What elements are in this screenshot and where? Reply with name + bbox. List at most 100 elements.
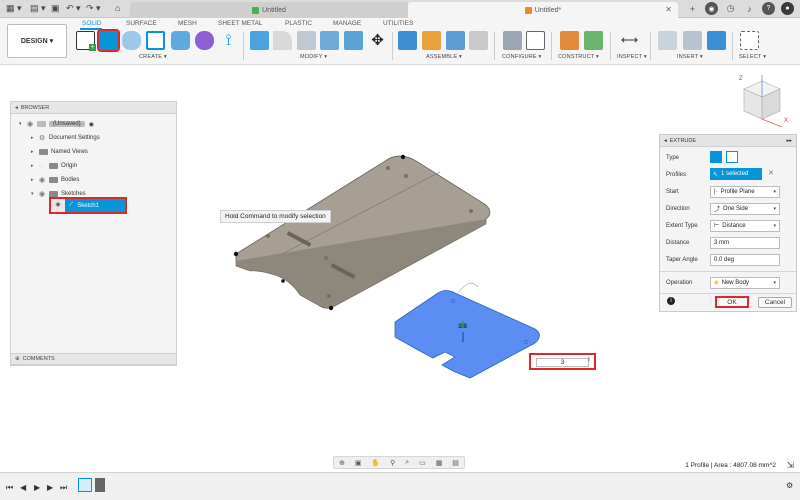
tab-untitled[interactable]: Untitled [130, 2, 408, 18]
chevron-down-icon[interactable]: ▾ [76, 3, 81, 14]
chevron-right-icon[interactable]: ▸ [31, 177, 39, 183]
vertex-point[interactable] [233, 251, 239, 257]
go-to-end-icon[interactable]: ⏭ [60, 483, 67, 493]
construct-menu[interactable]: CONSTRUCT ▾ [558, 54, 599, 60]
chamfer-icon[interactable] [297, 31, 316, 50]
tab-solid[interactable]: SOLID [82, 20, 102, 27]
eye-icon[interactable]: ◌ [39, 163, 49, 170]
eye-icon[interactable]: ◉ [51, 199, 65, 212]
press-pull-icon[interactable] [250, 31, 269, 50]
clear-selection-icon[interactable]: ✕ [768, 169, 774, 177]
as-built-joint-icon[interactable] [446, 31, 465, 50]
add-tab-icon[interactable]: + [686, 2, 699, 15]
operation-select[interactable]: ◈ New Body ▾ [710, 276, 780, 289]
grid-icon[interactable]: ▦ [436, 459, 443, 467]
stepper-icon[interactable]: ⇕ [587, 357, 591, 363]
viewcube[interactable] [740, 75, 784, 127]
table-icon[interactable] [526, 31, 545, 50]
bell-icon[interactable]: ♪ [743, 2, 756, 15]
tree-item-named-views[interactable]: ▸ Named Views [31, 146, 88, 158]
gear-icon[interactable]: ⚙ [786, 481, 793, 490]
vertex-point[interactable] [328, 305, 334, 311]
box-icon[interactable] [146, 31, 165, 50]
select-menu[interactable]: SELECT ▾ [739, 54, 766, 60]
app-grid-icon[interactable]: ▦ [6, 3, 15, 14]
sketch-profile[interactable] [394, 290, 540, 379]
eye-icon[interactable]: ◉ [39, 176, 49, 184]
assemble-menu[interactable]: ASSEMBLE ▾ [426, 54, 462, 60]
pan-icon[interactable]: ✋ [371, 459, 380, 467]
tab-mesh[interactable]: MESH [178, 20, 197, 27]
play-icon[interactable]: ▶ [34, 483, 40, 492]
tab-utilities[interactable]: UTILITIES [383, 20, 413, 27]
chevron-right-icon[interactable]: ▸ [31, 149, 39, 155]
combine-icon[interactable] [344, 31, 363, 50]
tab-untitled-active[interactable]: Untitled* ✕ [408, 2, 678, 18]
orbit-icon[interactable]: ⊕ [339, 459, 345, 467]
go-to-start-icon[interactable]: ⏮ [6, 483, 13, 493]
eye-icon[interactable]: ◉ [39, 190, 49, 198]
chevron-down-icon[interactable]: ▾ [19, 121, 27, 127]
configure-icon[interactable] [503, 31, 522, 50]
profiles-selection[interactable]: ↖ 1 selected [710, 168, 762, 180]
chevron-down-icon[interactable]: ▾ [41, 3, 46, 14]
type-thin-icon[interactable] [726, 151, 738, 163]
zoom-icon[interactable]: ⚲ [390, 459, 395, 467]
tab-surface[interactable]: SURFACE [126, 20, 157, 27]
configure-menu[interactable]: CONFIGURE ▾ [502, 54, 542, 60]
extent-select[interactable]: ⊢ Distance ▾ [710, 219, 780, 232]
new-component-icon[interactable] [398, 31, 417, 50]
vertex-point[interactable] [400, 154, 406, 160]
cancel-button[interactable]: Cancel [758, 297, 792, 308]
select-icon[interactable] [740, 31, 759, 50]
redo-icon[interactable]: ↷ [86, 3, 94, 14]
tab-manage[interactable]: MANAGE [333, 20, 361, 27]
offset-plane-icon[interactable] [560, 31, 579, 50]
distance-field[interactable]: 3 mm [710, 236, 780, 249]
tree-item-sketch1[interactable]: ◉ ⟋ Sketch1 [49, 197, 127, 214]
ok-button[interactable]: OK [715, 296, 749, 308]
step-back-icon[interactable]: ◀ [20, 483, 26, 492]
comments-panel[interactable]: ⊕ COMMENTS [10, 353, 177, 365]
distance-input-box[interactable]: 3 ⇕ [529, 353, 596, 370]
timeline-sketch-feature[interactable] [78, 478, 92, 492]
timeline-marker[interactable] [95, 478, 105, 492]
vertex-point[interactable] [281, 279, 285, 283]
expand-icon[interactable]: ▸▸ [786, 138, 792, 144]
modify-menu[interactable]: MODIFY ▾ [300, 54, 327, 60]
clock-icon[interactable]: ◷ [724, 2, 737, 15]
viewports-icon[interactable]: ▤ [452, 459, 459, 467]
info-icon[interactable]: i [667, 297, 675, 305]
help-icon[interactable]: ? [762, 2, 775, 15]
close-icon[interactable]: ✕ [665, 5, 672, 14]
file-menu-icon[interactable]: ▤ [30, 3, 39, 14]
type-solid-icon[interactable] [710, 151, 722, 163]
chevron-down-icon[interactable]: ▾ [31, 191, 39, 197]
form-icon[interactable] [195, 31, 214, 50]
look-at-icon[interactable]: ▣ [355, 459, 362, 467]
radio-icon[interactable]: ◉ [89, 121, 94, 128]
undo-icon[interactable]: ↶ [66, 3, 74, 14]
step-forward-icon[interactable]: ▶ [47, 483, 53, 492]
create-sketch-icon[interactable]: + [76, 31, 96, 51]
save-icon[interactable]: ▣ [51, 3, 60, 14]
taper-angle-field[interactable]: 0.0 deg [710, 253, 780, 266]
insert-image-icon[interactable] [707, 31, 726, 50]
tree-item-origin[interactable]: ▸ ◌ Origin [31, 160, 77, 172]
insert-derive-icon[interactable] [658, 31, 677, 50]
collapse-icon[interactable]: ◂ [15, 105, 18, 111]
chevron-right-icon[interactable]: ▸ [31, 163, 39, 169]
expand-status-icon[interactable]: ⇲ [786, 460, 794, 471]
inspect-menu[interactable]: INSPECT ▾ [617, 54, 647, 60]
fillet-icon[interactable] [273, 31, 292, 50]
insert-menu[interactable]: INSERT ▾ [677, 54, 703, 60]
tree-item-root[interactable]: ▾ ◉ (Unsaved) ◉ [19, 118, 94, 130]
workspace-switcher-button[interactable]: DESIGN ▾ [7, 24, 67, 58]
display-settings-icon[interactable]: ▭ [419, 459, 426, 467]
extensions-icon[interactable]: ◉ [705, 2, 718, 15]
motion-link-icon[interactable] [469, 31, 488, 50]
midplane-icon[interactable] [584, 31, 603, 50]
distance-input[interactable]: 3 [536, 358, 589, 367]
revolve-icon[interactable] [122, 31, 141, 50]
home-icon[interactable]: ⌂ [115, 3, 120, 13]
